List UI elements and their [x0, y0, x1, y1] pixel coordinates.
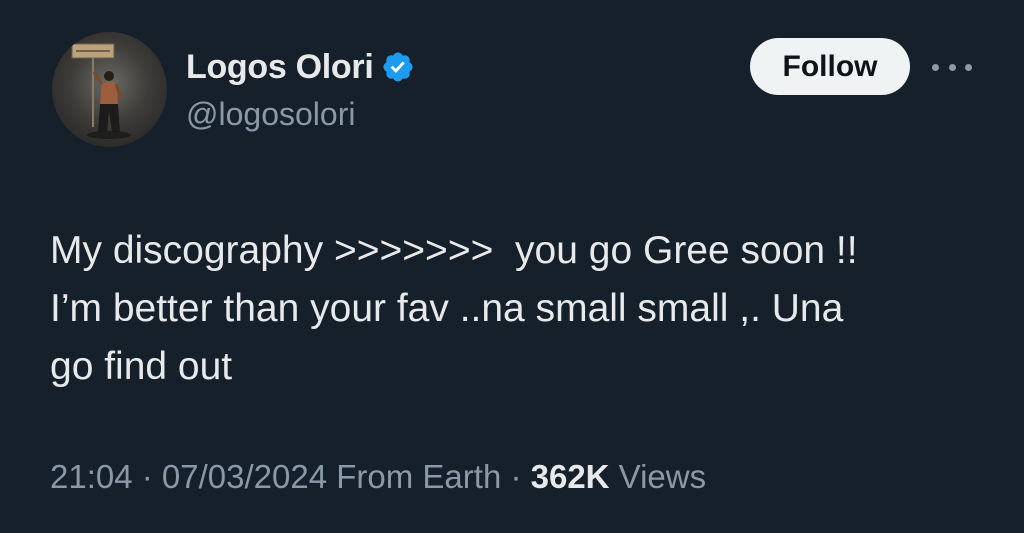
avatar[interactable]: [52, 32, 167, 147]
more-dot: [965, 63, 972, 71]
more-options-icon[interactable]: [932, 52, 972, 82]
views-label: Views: [609, 458, 707, 495]
display-name[interactable]: Logos Olori: [186, 48, 374, 87]
tweet-text: My discography >>>>>>> you go Gree soon …: [50, 222, 1000, 396]
tweet-meta: 21:04 · 07/03/2024 From Earth · 362K Vie…: [50, 458, 706, 496]
meta-separator: ·: [501, 458, 531, 495]
more-dot: [948, 63, 956, 71]
tweet-source: From Earth: [327, 458, 502, 495]
more-dot: [932, 63, 939, 71]
tweet-line: I’m better than your fav ..na small smal…: [50, 287, 844, 330]
author-handle[interactable]: @logosolori: [186, 96, 355, 133]
tweet-date[interactable]: 07/03/2024: [162, 458, 327, 495]
verified-badge-icon: [383, 52, 413, 82]
avatar-photo-icon: [71, 43, 131, 139]
tweet-time[interactable]: 21:04: [50, 458, 133, 495]
author-name-row: Logos Olori: [186, 42, 415, 92]
meta-separator: ·: [132, 458, 162, 495]
views-count: 362K: [530, 458, 610, 495]
follow-button[interactable]: Follow: [750, 38, 910, 95]
tweet-line: My discography >>>>>>> you go Gree soon …: [50, 229, 858, 272]
tweet-line: go find out: [50, 345, 233, 388]
